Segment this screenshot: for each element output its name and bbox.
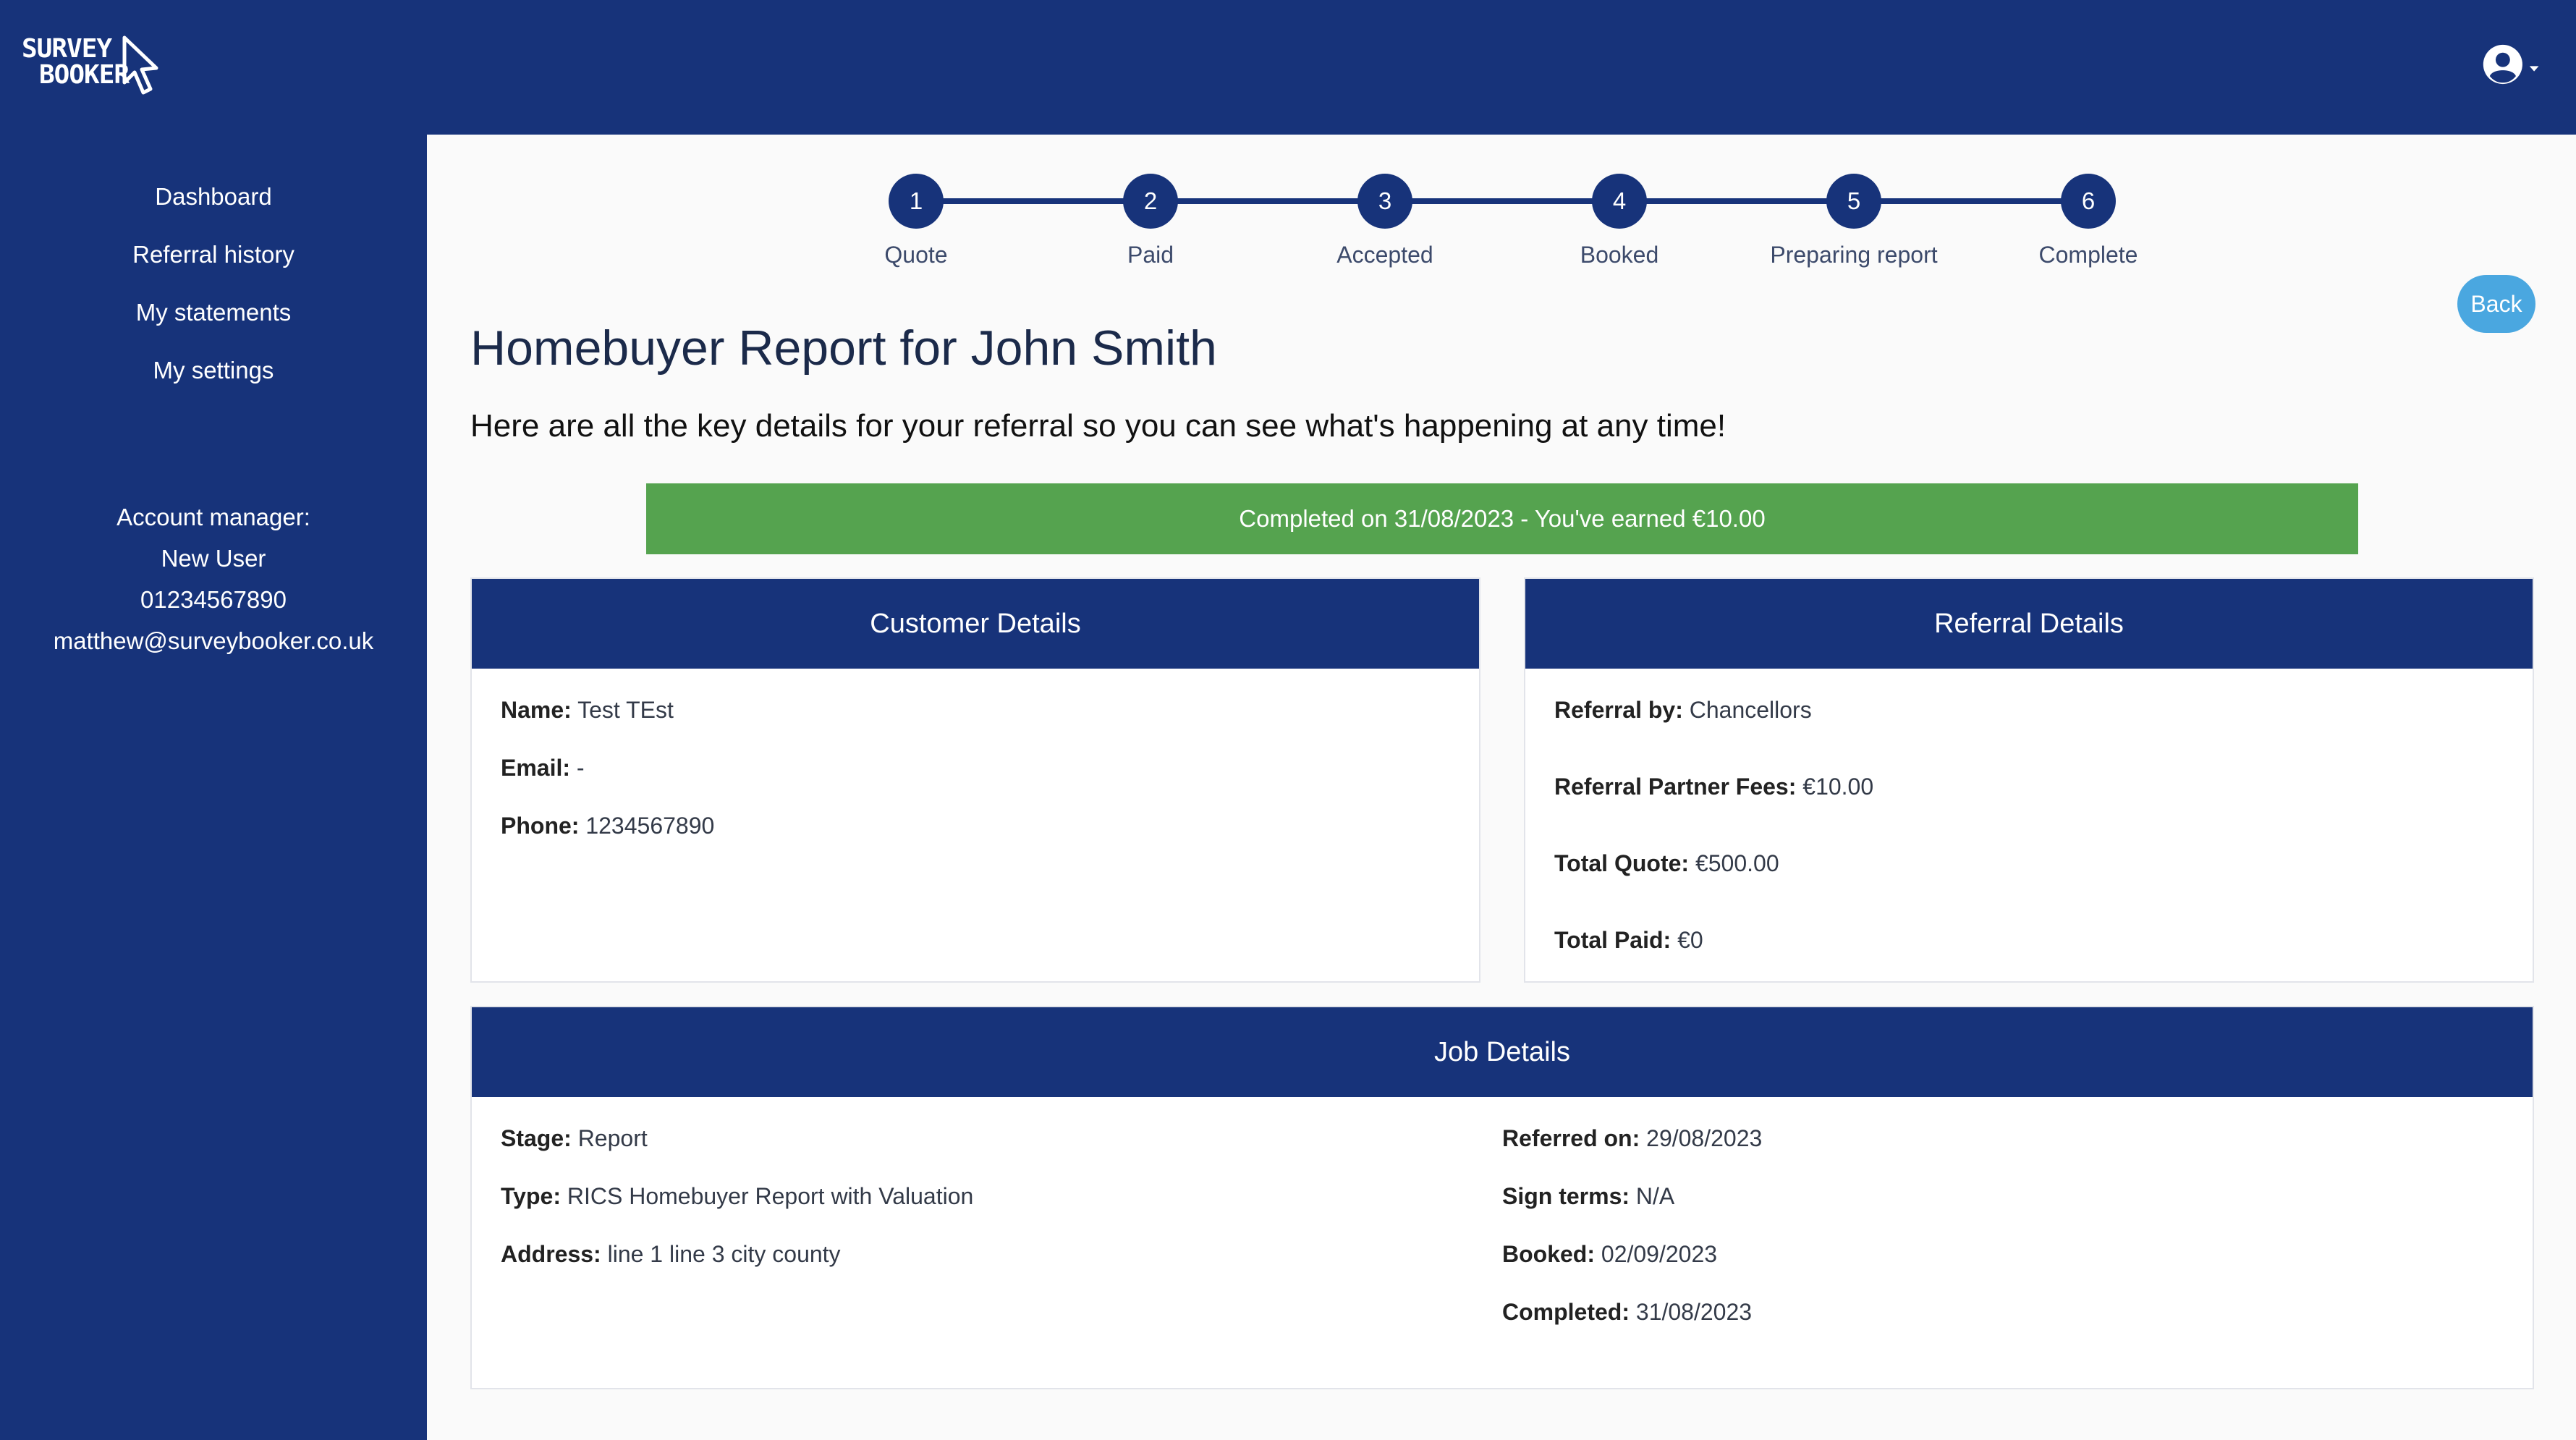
- back-button[interactable]: Back: [2457, 275, 2535, 333]
- account-manager-phone: 01234567890: [140, 586, 287, 613]
- field-label: Completed:: [1502, 1299, 1630, 1325]
- job-booked-row: Booked: 02/09/2023: [1502, 1242, 2504, 1266]
- field-label: Address:: [501, 1241, 601, 1267]
- sidebar-nav: Dashboard Referral history My statements…: [0, 168, 427, 399]
- job-sign-terms: N/A: [1635, 1183, 1675, 1209]
- field-label: Referral Partner Fees:: [1554, 774, 1797, 800]
- survey-booker-logo[interactable]: SURVEY BOOKER: [22, 32, 166, 97]
- referral-details-card: Referral Details Referral by: Chancellor…: [1524, 577, 2534, 983]
- customer-email: -: [576, 755, 585, 781]
- card-heading: Job Details: [472, 1007, 2533, 1097]
- step-label: Preparing report: [1770, 242, 1938, 268]
- customer-phone: 1234567890: [585, 813, 715, 839]
- sidebar: Dashboard Referral history My statements…: [0, 135, 427, 1440]
- user-menu[interactable]: [2482, 39, 2540, 90]
- step-quote: 1 Quote: [808, 169, 1025, 268]
- total-quote: €500.00: [1695, 850, 1779, 876]
- step-number: 4: [1592, 174, 1647, 229]
- referral-by: Chancellors: [1689, 697, 1812, 723]
- total-paid: €0: [1677, 927, 1703, 953]
- step-number: 5: [1826, 174, 1881, 229]
- field-label: Referred on:: [1502, 1125, 1640, 1151]
- nav-my-settings[interactable]: My settings: [0, 342, 427, 399]
- card-body: Referral by: Chancellors Referral Partne…: [1525, 669, 2533, 952]
- job-details-card: Job Details Stage: Report Type: RICS Hom…: [470, 1006, 2534, 1389]
- field-label: Name:: [501, 697, 572, 723]
- step-label: Complete: [2038, 242, 2138, 268]
- total-paid-row: Total Paid: €0: [1554, 928, 2504, 952]
- step-accepted: 3 Accepted: [1276, 169, 1494, 268]
- page-subtitle: Here are all the key details for your re…: [470, 408, 1726, 444]
- field-label: Total Quote:: [1554, 850, 1690, 876]
- referral-by-row: Referral by: Chancellors: [1554, 698, 2504, 722]
- step-paid: 2 Paid: [1042, 169, 1259, 268]
- job-address: line 1 line 3 city county: [607, 1241, 841, 1267]
- step-complete: 6 Complete: [1980, 169, 2197, 268]
- job-column-left: Stage: Report Type: RICS Homebuyer Repor…: [501, 1126, 1502, 1358]
- step-number: 6: [2061, 174, 2116, 229]
- main-content: 1 Quote 2 Paid 3 Accepted 4 Booked 5 Pre…: [427, 135, 2576, 1440]
- job-column-right: Referred on: 29/08/2023 Sign terms: N/A …: [1502, 1126, 2504, 1358]
- account-manager-name: New User: [161, 545, 266, 572]
- field-label: Phone:: [501, 813, 580, 839]
- caret-down-icon: [2529, 66, 2539, 72]
- logo-line-1: SURVEY: [22, 34, 112, 64]
- card-heading: Referral Details: [1525, 579, 2533, 669]
- completion-banner: Completed on 31/08/2023 - You've earned …: [646, 483, 2358, 554]
- step-label: Accepted: [1336, 242, 1433, 268]
- job-referred-date: 29/08/2023: [1646, 1125, 1763, 1151]
- field-label: Stage:: [501, 1125, 572, 1151]
- user-account-icon: [2483, 44, 2522, 85]
- field-label: Email:: [501, 755, 571, 781]
- job-completed-date: 31/08/2023: [1635, 1299, 1753, 1325]
- card-body: Stage: Report Type: RICS Homebuyer Repor…: [472, 1097, 2533, 1358]
- referral-fees: €10.00: [1802, 774, 1874, 800]
- cursor-arrow-icon: [122, 35, 158, 95]
- account-manager-email: matthew@surveybooker.co.uk: [53, 627, 374, 654]
- step-booked: 4 Booked: [1511, 169, 1728, 268]
- account-manager-label: Account manager:: [116, 504, 310, 530]
- field-label: Sign terms:: [1502, 1183, 1630, 1209]
- field-label: Total Paid:: [1554, 927, 1672, 953]
- job-address-row: Address: line 1 line 3 city county: [501, 1242, 1502, 1266]
- step-label: Quote: [884, 242, 948, 268]
- job-terms-row: Sign terms: N/A: [1502, 1184, 2504, 1208]
- card-body: Name: Test TEst Email: - Phone: 12345678…: [472, 669, 1479, 838]
- job-booked-date: 02/09/2023: [1601, 1241, 1718, 1267]
- job-stage: Report: [577, 1125, 648, 1151]
- nav-my-statements[interactable]: My statements: [0, 284, 427, 342]
- nav-referral-history[interactable]: Referral history: [0, 226, 427, 284]
- customer-name: Test TEst: [577, 697, 674, 723]
- customer-email-row: Email: -: [501, 755, 1450, 780]
- step-preparing-report: 5 Preparing report: [1745, 169, 1962, 268]
- job-referred-row: Referred on: 29/08/2023: [1502, 1126, 2504, 1151]
- page-title: Homebuyer Report for John Smith: [470, 321, 1217, 376]
- top-bar: SURVEY BOOKER: [0, 0, 2576, 135]
- step-label: Paid: [1127, 242, 1174, 268]
- progress-stepper: 1 Quote 2 Paid 3 Accepted 4 Booked 5 Pre…: [427, 169, 2576, 268]
- field-label: Type:: [501, 1183, 561, 1209]
- customer-details-card: Customer Details Name: Test TEst Email: …: [470, 577, 1480, 983]
- job-type: RICS Homebuyer Report with Valuation: [567, 1183, 974, 1209]
- account-manager-panel: Account manager: New User 01234567890 ma…: [0, 496, 427, 661]
- step-number: 3: [1357, 174, 1412, 229]
- step-number: 1: [889, 174, 944, 229]
- job-stage-row: Stage: Report: [501, 1126, 1502, 1151]
- logo-line-2: BOOKER: [39, 60, 130, 90]
- field-label: Booked:: [1502, 1241, 1595, 1267]
- total-quote-row: Total Quote: €500.00: [1554, 851, 2504, 876]
- job-type-row: Type: RICS Homebuyer Report with Valuati…: [501, 1184, 1502, 1208]
- job-completed-row: Completed: 31/08/2023: [1502, 1300, 2504, 1324]
- customer-name-row: Name: Test TEst: [501, 698, 1450, 722]
- customer-phone-row: Phone: 1234567890: [501, 813, 1450, 838]
- field-label: Referral by:: [1554, 697, 1683, 723]
- nav-dashboard[interactable]: Dashboard: [0, 168, 427, 226]
- referral-fees-row: Referral Partner Fees: €10.00: [1554, 774, 2504, 799]
- card-heading: Customer Details: [472, 579, 1479, 669]
- step-label: Booked: [1580, 242, 1659, 268]
- step-number: 2: [1123, 174, 1178, 229]
